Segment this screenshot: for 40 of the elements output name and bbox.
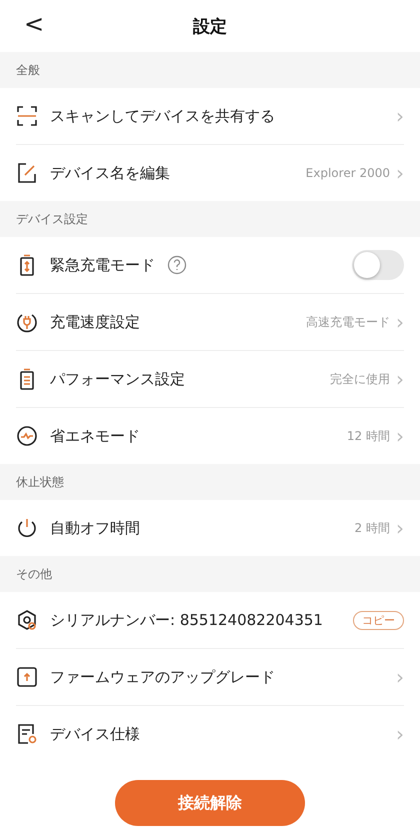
setting-label: デバイス名を編集 bbox=[50, 164, 170, 182]
chevron-icon[interactable]: › bbox=[396, 312, 404, 332]
setting-label: 緊急充電モード bbox=[50, 256, 155, 274]
setting-value: 完全に使用 bbox=[330, 370, 390, 388]
section-title: 全般 bbox=[16, 62, 40, 78]
setting-label: ファームウェアのアップグレード bbox=[50, 668, 275, 686]
power-icon bbox=[16, 517, 38, 539]
back-button[interactable]: < bbox=[18, 10, 50, 38]
pulse-icon bbox=[16, 425, 38, 447]
disconnect-button[interactable]: 接続解除 bbox=[115, 780, 305, 826]
chevron-icon[interactable]: › bbox=[396, 518, 404, 538]
section-title: 休止状態 bbox=[16, 474, 64, 490]
copy-button[interactable]: コピー bbox=[353, 610, 404, 630]
chevron-icon[interactable]: › bbox=[396, 426, 404, 446]
chevron-icon[interactable]: › bbox=[396, 667, 404, 687]
toggle-switch[interactable] bbox=[352, 250, 404, 280]
scan-icon bbox=[16, 105, 38, 127]
chevron-icon[interactable]: › bbox=[396, 106, 404, 126]
chevron-icon[interactable]: › bbox=[396, 724, 404, 744]
setting-value: Explorer 2000 bbox=[306, 166, 390, 180]
page-title: 設定 bbox=[193, 16, 227, 38]
chevron-icon[interactable]: › bbox=[396, 163, 404, 183]
setting-label: 自動オフ時間 bbox=[50, 518, 140, 538]
setting-value: 12 時間 bbox=[346, 428, 390, 444]
section-title: その他 bbox=[16, 566, 52, 582]
upload-icon bbox=[16, 666, 38, 688]
section-title: デバイス設定 bbox=[16, 210, 88, 228]
setting-label: 充電速度設定 bbox=[50, 312, 140, 332]
setting-label: 省エネモード bbox=[50, 426, 140, 446]
setting-value: 2 時間 bbox=[354, 520, 390, 536]
edit-icon bbox=[16, 162, 38, 184]
setting-label: パフォーマンス設定 bbox=[50, 370, 185, 388]
setting-label: デバイス仕様 bbox=[50, 724, 140, 744]
chevron-icon[interactable]: › bbox=[396, 369, 404, 389]
help-icon[interactable] bbox=[167, 255, 187, 275]
document-gear-icon bbox=[16, 723, 38, 745]
device-gear-icon bbox=[16, 609, 38, 631]
setting-label: シリアルナンバー: 855124082204351 bbox=[50, 610, 323, 630]
setting-value: 高速充電モード bbox=[306, 314, 390, 330]
setting-label: スキャンしてデバイスを共有する bbox=[50, 106, 275, 126]
